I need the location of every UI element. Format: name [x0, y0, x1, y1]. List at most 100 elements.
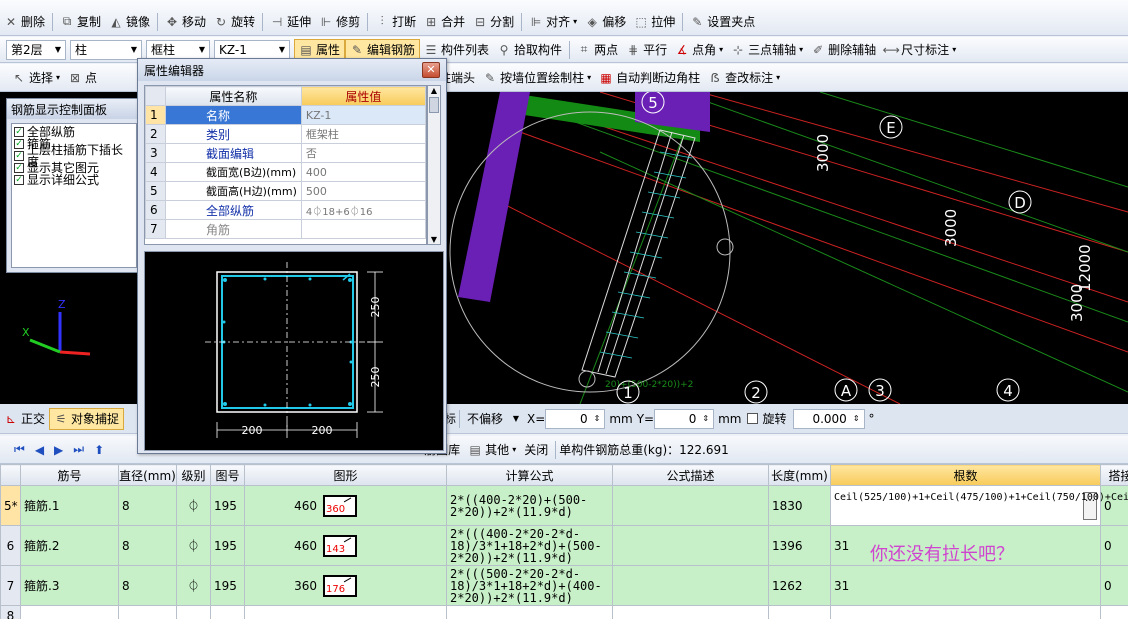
prev-icon[interactable]: ◀ — [35, 443, 44, 457]
delete-icon: ✕ — [5, 14, 17, 29]
header-lap: 搭接 — [1100, 464, 1128, 486]
rebar-shape-icon: 360 — [323, 494, 357, 517]
ortho-icon: ⊾ — [5, 411, 17, 426]
break-button[interactable]: ⫶ 打断 — [371, 11, 420, 33]
panel-title: 钢筋显示控制面板 — [7, 99, 141, 119]
option-show-formula[interactable]: ✓ 显示详细公式 — [14, 174, 134, 186]
merge-button[interactable]: ⊞ 合并 — [420, 11, 469, 33]
table-row[interactable]: 7 箍筋.3 8 ⏀ 195 360 176 2*(((500-2*20-2*d-… — [0, 565, 1128, 606]
delete-button[interactable]: ✕ 删除 — [0, 11, 49, 33]
property-row[interactable]: 6 全部纵筋 4⏀18+6⏀16 — [145, 200, 426, 220]
list-icon: ☰ — [425, 42, 437, 57]
member-select[interactable]: KZ-1 ▼ — [214, 39, 290, 60]
stretch-button[interactable]: ⬚ 拉伸 — [630, 11, 679, 33]
grid-label-D: D — [1014, 194, 1026, 212]
property-row[interactable]: 4 截面宽(B边)(mm) 400 — [145, 162, 426, 182]
svg-text:Z: Z — [58, 298, 66, 311]
property-row[interactable]: 7 角筋 — [145, 219, 426, 239]
property-table: 属性名称 属性值 1 名称 KZ-1 2 类别 框架柱 3 截面编辑 否 4 截… — [144, 85, 427, 245]
split-icon: ⊟ — [475, 14, 486, 29]
rotate-button[interactable]: ↻ 旋转 — [210, 11, 259, 33]
extend-button[interactable]: ⊣ 延伸 — [266, 11, 315, 33]
scroll-down-icon[interactable]: ▼ — [428, 235, 440, 244]
close-grid-button[interactable]: 关闭 — [520, 439, 552, 461]
delete-axis-button[interactable]: ✐ 删除辅轴 — [807, 39, 880, 61]
close-icon: ✕ — [426, 63, 436, 76]
grip-icon: ✎ — [692, 14, 703, 29]
select-button[interactable]: ↖ 选择 ▾ — [8, 67, 64, 89]
x-label: X= — [527, 411, 546, 426]
next-icon[interactable]: ▶ — [54, 443, 63, 457]
offset-button[interactable]: ◈ 偏移 — [581, 11, 630, 33]
merge-icon: ⊞ — [426, 14, 437, 29]
grid-label-A: A — [841, 382, 852, 400]
insert-icon[interactable]: ⬆ — [94, 443, 104, 457]
property-row[interactable]: 5 截面高(H边)(mm) 500 — [145, 181, 426, 201]
last-icon[interactable]: ⏭ — [73, 442, 84, 457]
chevron-down-icon: ▼ — [198, 45, 205, 54]
panel-options: ✓ 全部纵筋 ✓ 箍筋 ✓ 上层柱插筋下插长度 ✓ 显示其它图元 ✓ 显示详细公式 — [11, 123, 137, 268]
grid-label-2: 2 — [751, 384, 761, 402]
chevron-down-icon: ▼ — [278, 45, 285, 54]
spinner-icon: ⇕ — [852, 414, 860, 423]
draw-by-wall-button[interactable]: ✎ 按墙位置绘制柱 ▾ — [479, 67, 595, 89]
x-input[interactable]: 0 ⇕ — [545, 408, 606, 429]
subtype-select[interactable]: 框柱 ▼ — [146, 39, 210, 60]
two-point-icon: ⌗ — [580, 42, 588, 56]
edit-toolbar: ✕ 删除 ⧉ 复制 ◭ 镜像 ✥ 移动 ↻ 旋转 ⊣ 延伸 ⊩ 修剪 ⫶ 打断 ⊞ 合并 ⊟ 分割 … — [0, 0, 1128, 36]
parallel-button[interactable]: ⋕ 平行 — [622, 39, 671, 61]
type-select[interactable]: 柱 ▼ — [70, 39, 142, 60]
pencil-icon: ✎ — [351, 42, 363, 57]
point-button[interactable]: ⊠ 点 — [64, 67, 101, 89]
property-scrollbar[interactable]: ▲ ▼ — [427, 85, 441, 245]
three-point-axis-button[interactable]: ⊹ 三点辅轴 ▾ — [727, 39, 807, 61]
grid-label-4: 4 — [1003, 382, 1013, 400]
properties-icon: ▤ — [300, 42, 312, 57]
align-icon: ⊫ — [530, 14, 542, 29]
header-grade: 级别 — [176, 464, 211, 486]
copy-button[interactable]: ⧉ 复制 — [56, 11, 105, 33]
set-grip-button[interactable]: ✎ 设置夹点 — [686, 11, 759, 33]
y-input[interactable]: 0 ⇕ — [654, 408, 715, 429]
trim-button[interactable]: ⊩ 修剪 — [315, 11, 364, 33]
rotate-icon: ↻ — [216, 14, 227, 29]
checkbox-icon: ✓ — [14, 151, 24, 161]
extend-icon: ⊣ — [271, 14, 283, 29]
offset-select[interactable]: 不偏移 ▼ — [463, 409, 523, 429]
floor-select[interactable]: 第2层 ▼ — [6, 39, 66, 60]
ortho-toggle[interactable]: ⊾ 正交 — [0, 408, 49, 430]
check-annotation-button[interactable]: ẞ 查改标注 ▾ — [704, 67, 784, 89]
rotate-checkbox[interactable] — [746, 413, 758, 424]
other-button[interactable]: ▤ 其他 ▾ — [464, 439, 520, 461]
dim-height-bottom: 250 — [369, 367, 382, 388]
y-unit: mm — [718, 411, 742, 426]
grid-label-3: 3 — [875, 382, 885, 400]
y-label: Y= — [636, 411, 655, 426]
checkbox-icon: ✓ — [14, 163, 24, 173]
find-icon: ẞ — [710, 70, 720, 85]
property-row[interactable]: 3 截面编辑 否 — [145, 143, 426, 163]
pick-member-button[interactable]: ⚲ 拾取构件 — [493, 39, 566, 61]
point-angle-button[interactable]: ∡ 点角 ▾ — [671, 39, 727, 61]
header-shape: 图形 — [244, 464, 447, 486]
align-button[interactable]: ⊫ 对齐 ▾ — [525, 11, 581, 33]
property-row[interactable]: 1 名称 KZ-1 — [145, 105, 426, 125]
move-button[interactable]: ✥ 移动 — [161, 11, 210, 33]
close-button[interactable]: ✕ — [422, 62, 440, 78]
dimension-button[interactable]: ⟷ 尺寸标注 ▾ — [880, 39, 960, 61]
mirror-button[interactable]: ◭ 镜像 — [105, 11, 154, 33]
property-row[interactable]: 2 类别 框架柱 — [145, 124, 426, 144]
rotate-input[interactable]: 0.000 ⇕ — [792, 408, 865, 429]
rebar-display-panel: 钢筋显示控制面板 ✓ 全部纵筋 ✓ 箍筋 ✓ 上层柱插筋下插长度 ✓ 显示其它图元 ✓ 显… — [6, 98, 142, 273]
split-button[interactable]: ⊟ 分割 — [469, 11, 518, 33]
snap-icon: ⚟ — [55, 411, 67, 426]
first-icon[interactable]: ⏮ — [14, 442, 25, 457]
table-row[interactable]: 8 — [0, 605, 1128, 619]
auto-corner-column-button[interactable]: ▦ 自动判断边角柱 — [595, 67, 704, 89]
scroll-up-icon[interactable]: ▲ — [428, 86, 440, 95]
table-row[interactable]: 5* 箍筋.1 8 ⏀ 195 460 360 2*((400-2*20)+(50… — [0, 485, 1128, 526]
parallel-icon: ⋕ — [628, 42, 639, 57]
two-point-button[interactable]: ⌗ 两点 — [573, 39, 622, 61]
snap-toggle[interactable]: ⚟ 对象捕捉 — [49, 407, 125, 430]
scroll-thumb[interactable] — [429, 97, 439, 113]
